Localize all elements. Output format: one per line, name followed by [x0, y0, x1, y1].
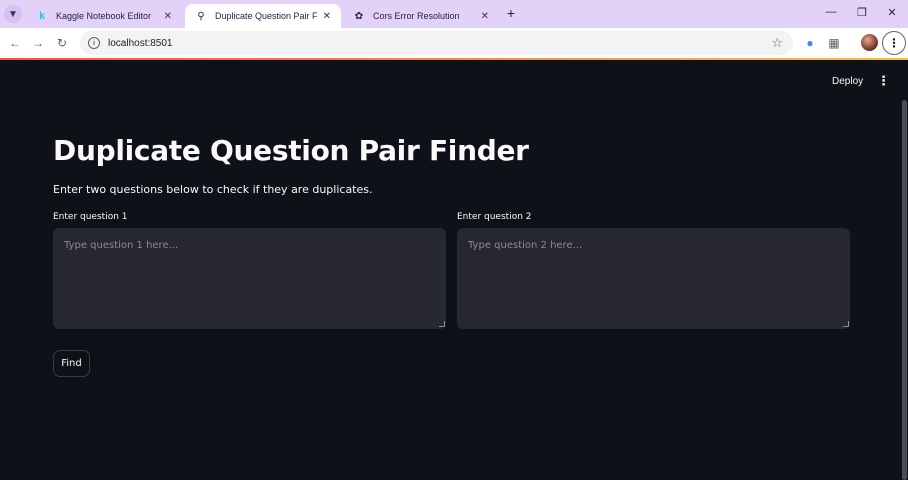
restore-icon[interactable]: ❐	[854, 6, 870, 19]
close-tab-icon[interactable]: ✕	[481, 11, 489, 22]
browser-tab-strip: ▼ k Kaggle Notebook Editor ✕ ⚲ Duplicate…	[0, 0, 908, 28]
bookmark-star-icon[interactable]: ☆	[771, 35, 783, 51]
back-arrow-icon[interactable]: ←	[6, 34, 24, 52]
resize-handle-icon[interactable]	[439, 321, 445, 327]
reload-icon[interactable]: ↻	[53, 34, 71, 52]
streamlit-app: Deploy ⋮ Duplicate Question Pair Finder …	[0, 60, 908, 480]
tab-title: Kaggle Notebook Editor	[56, 11, 152, 21]
new-tab-plus-icon[interactable]: +	[503, 5, 519, 21]
app-menu-icon[interactable]: ⋮	[877, 73, 890, 89]
profile-avatar[interactable]	[861, 34, 878, 51]
tab-duplicate-finder[interactable]: ⚲ Duplicate Question Pair Finder ✕	[185, 4, 341, 28]
extensions-puzzle-icon[interactable]: ▦	[826, 35, 842, 51]
deploy-button[interactable]: Deploy	[832, 76, 863, 87]
browser-menu-icon[interactable]: ⋮	[882, 31, 906, 55]
url-text: localhost:8501	[108, 37, 173, 49]
question-2-input[interactable]	[457, 228, 850, 329]
question-1-label: Enter question 1	[53, 212, 128, 222]
close-window-icon[interactable]: ✕	[884, 6, 900, 19]
extension-drop-icon[interactable]: ●	[802, 35, 818, 51]
question-2-label: Enter question 2	[457, 212, 532, 222]
address-bar[interactable]: i localhost:8501 ☆	[80, 31, 793, 55]
browser-toolbar: ← → ↻ i localhost:8501 ☆ ● ▦ ⋮	[0, 28, 908, 58]
tab-title: Cors Error Resolution	[373, 11, 460, 21]
tab-title: Duplicate Question Pair Finder	[215, 11, 317, 21]
kaggle-k-icon: k	[39, 10, 45, 22]
search-icon: ⚲	[197, 10, 205, 22]
tab-search-chevron-down-icon[interactable]: ▼	[4, 5, 22, 23]
question-1-input[interactable]	[53, 228, 446, 329]
tab-cors-error[interactable]: ✿ Cors Error Resolution ✕	[343, 4, 499, 28]
resize-handle-icon[interactable]	[843, 321, 849, 327]
find-button[interactable]: Find	[53, 350, 90, 377]
tab-kaggle[interactable]: k Kaggle Notebook Editor ✕	[26, 4, 182, 28]
site-info-icon[interactable]: i	[88, 37, 100, 49]
page-title: Duplicate Question Pair Finder	[53, 134, 529, 167]
minimize-icon[interactable]: —	[823, 6, 839, 18]
openai-icon: ✿	[354, 10, 364, 22]
close-tab-icon[interactable]: ✕	[164, 11, 172, 22]
scrollbar[interactable]	[902, 100, 907, 480]
close-tab-icon[interactable]: ✕	[323, 11, 331, 22]
page-subtitle: Enter two questions below to check if th…	[53, 183, 373, 196]
forward-arrow-icon[interactable]: →	[29, 34, 47, 52]
